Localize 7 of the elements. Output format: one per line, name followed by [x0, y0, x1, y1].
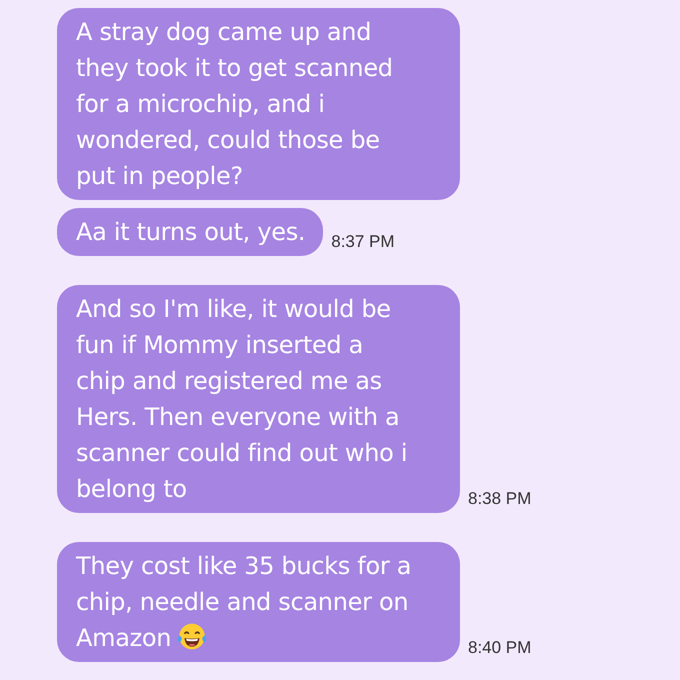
message-text: Aa it turns out, yes. — [76, 217, 306, 248]
message-text: And so I'm like, it would be fun if Mommy inserted a chip and registered me as Hers. Then everyone with a scanner could find out who i belong to — [76, 294, 408, 505]
message-text: A stray dog came up and they took it to get scanned for a microchip, and i wondered, could those be put in people? — [76, 17, 394, 192]
message-timestamp: 8:37 PM — [331, 230, 395, 252]
message-timestamp: 8:40 PM — [468, 636, 532, 658]
message-timestamp: 8:38 PM — [468, 488, 532, 510]
message-text: They cost like 35 bucks for a chip, needle and scanner on Amazon — [76, 551, 412, 654]
